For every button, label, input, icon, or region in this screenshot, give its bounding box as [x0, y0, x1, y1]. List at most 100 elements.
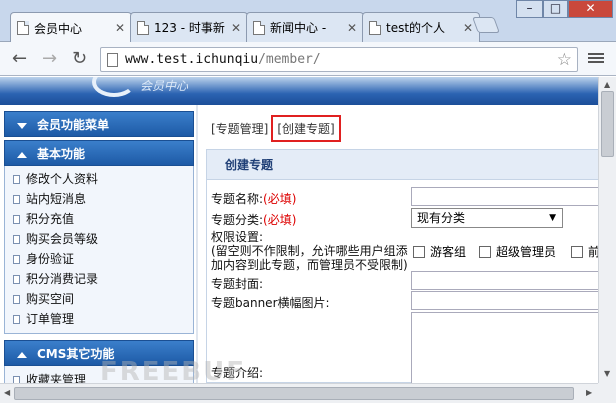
- checkbox-label: 游客组: [430, 245, 467, 259]
- sidebar-item-orders[interactable]: 订单管理: [5, 309, 193, 329]
- sidebar-item-messages[interactable]: 站内短消息: [5, 189, 193, 209]
- checkbox-icon: [571, 245, 583, 258]
- sidebar-item-buy-space[interactable]: 购买空间: [5, 289, 193, 309]
- select-value: 现有分类: [417, 211, 466, 225]
- window-controls: – □ ✕: [516, 0, 613, 18]
- address-bar[interactable]: www.test.ichunqiu/member/ ☆: [100, 47, 578, 72]
- maximize-button[interactable]: □: [543, 0, 568, 18]
- tab-news-center[interactable]: 新闻中心 - ✕: [246, 12, 364, 42]
- breadcrumb-topic-manage[interactable]: [专题管理]: [208, 118, 271, 139]
- label-text: 专题分类:: [211, 213, 264, 227]
- checkbox-icon: [479, 245, 491, 258]
- url-text[interactable]: www.test.ichunqiu/member/: [125, 52, 321, 67]
- scroll-right-icon[interactable]: ▶: [586, 388, 592, 397]
- scroll-left-icon[interactable]: ◀: [4, 388, 10, 397]
- scroll-up-icon[interactable]: ▲: [604, 80, 610, 89]
- sidebar-item-label: 身份验证: [26, 252, 75, 266]
- sidebar-basic-list: 修改个人资料 站内短消息 积分充值 购买会员等级 身份验证 积分消费记录 购买空…: [4, 166, 194, 334]
- close-tab-icon[interactable]: ✕: [231, 21, 241, 35]
- scroll-down-icon[interactable]: ▼: [604, 369, 610, 378]
- sidebar-item-buy-level[interactable]: 购买会员等级: [5, 229, 193, 249]
- checkbox-label: 前: [588, 245, 598, 259]
- sidebar-item-label: 订单管理: [26, 312, 75, 326]
- doc-icon: [13, 274, 20, 284]
- page-icon: [137, 20, 149, 35]
- checkbox-icon: [413, 245, 425, 258]
- sidebar-item-points-log[interactable]: 积分消费记录: [5, 269, 193, 289]
- page-icon: [107, 53, 118, 67]
- banner-logo-text: 会员中心: [140, 79, 189, 93]
- tab-test-personal[interactable]: test的个人 ✕: [362, 12, 480, 42]
- page-icon: [369, 20, 381, 35]
- perm-superadmin-checkbox[interactable]: 超级管理员: [479, 243, 556, 260]
- topic-category-label: 专题分类:(必填): [211, 211, 296, 228]
- create-topic-panel: 创建专题 专题名称:(必填) 专题分类:(必填) 现有分类 ▼ 权限设置: (留空…: [206, 149, 598, 383]
- breadcrumb-create-topic[interactable]: [创建专题]: [271, 115, 341, 142]
- triangle-up-icon: [17, 151, 27, 158]
- url-path: /member/: [258, 52, 321, 67]
- required-mark: (必填): [263, 192, 297, 206]
- doc-icon: [13, 294, 20, 304]
- scrollbar-corner: [598, 383, 616, 403]
- watermark: FREEBUF: [100, 357, 246, 383]
- topic-banner-label: 专题banner横幅图片:: [211, 296, 330, 310]
- tab-title: 会员中心: [34, 21, 83, 36]
- sidebar-basic-header[interactable]: 基本功能: [4, 140, 194, 166]
- breadcrumb: [专题管理] [创建专题]: [208, 115, 341, 142]
- doc-icon: [13, 254, 20, 264]
- url-host: www.test.ichunqiu: [125, 52, 259, 67]
- doc-icon: [13, 174, 20, 184]
- sidebar-item-edit-profile[interactable]: 修改个人资料: [5, 169, 193, 189]
- doc-icon: [13, 314, 20, 324]
- triangle-down-icon: [17, 122, 27, 129]
- sidebar-item-label: 积分充值: [26, 212, 75, 226]
- panel-title: 创建专题: [207, 150, 598, 180]
- sidebar-item-verify[interactable]: 身份验证: [5, 249, 193, 269]
- topic-banner-input[interactable]: [411, 291, 598, 310]
- forward-button[interactable]: →: [42, 50, 57, 68]
- sidebar-menu-header[interactable]: 会员功能菜单: [4, 111, 194, 137]
- close-tab-icon[interactable]: ✕: [347, 21, 357, 35]
- page-viewport: 会员中心 会员功能菜单 基本功能 修改个人资料 站内短消息 积分充值 购买会员等…: [0, 77, 598, 383]
- doc-icon: [13, 234, 20, 244]
- sidebar-basic-title: 基本功能: [37, 147, 86, 161]
- doc-icon: [13, 194, 20, 204]
- main-content: [专题管理] [创建专题] 创建专题 专题名称:(必填) 专题分类:(必填) 现…: [198, 105, 598, 383]
- browser-toolbar: ← → ↻ www.test.ichunqiu/member/ ☆: [0, 42, 616, 76]
- close-tab-icon[interactable]: ✕: [463, 21, 473, 35]
- doc-icon: [13, 375, 20, 383]
- label-text: 专题名称:: [211, 192, 264, 206]
- sidebar-item-recharge[interactable]: 积分充值: [5, 209, 193, 229]
- vertical-scroll-thumb[interactable]: [601, 91, 614, 157]
- logo-arc-icon: [92, 77, 136, 97]
- horizontal-scroll-thumb[interactable]: [14, 387, 574, 400]
- topic-cover-input[interactable]: [411, 271, 598, 290]
- tab-title: test的个人: [386, 21, 446, 35]
- topic-intro-textarea[interactable]: [411, 312, 598, 383]
- sidebar-item-label: 购买会员等级: [26, 232, 99, 246]
- close-window-button[interactable]: ✕: [568, 0, 613, 18]
- sidebar-item-label: 积分消费记录: [26, 272, 99, 286]
- bookmark-star-icon[interactable]: ☆: [557, 50, 572, 70]
- chevron-down-icon: ▼: [549, 213, 556, 223]
- checkbox-label: 超级管理员: [496, 245, 557, 259]
- perm-front-checkbox[interactable]: 前: [571, 243, 598, 260]
- permission-note: 加内容到此专题，而管理员不受限制): [211, 258, 408, 272]
- sidebar-item-label: 收藏夹管理: [26, 373, 87, 383]
- tab-member-center[interactable]: 会员中心 ✕: [10, 12, 132, 43]
- topic-category-select[interactable]: 现有分类 ▼: [411, 208, 563, 228]
- menu-icon[interactable]: [588, 51, 604, 67]
- horizontal-scrollbar[interactable]: ◀ ▶: [0, 383, 598, 403]
- back-button[interactable]: ←: [12, 50, 27, 68]
- new-tab-button[interactable]: [472, 17, 500, 33]
- sidebar-menu-title: 会员功能菜单: [37, 118, 110, 132]
- minimize-button[interactable]: –: [516, 0, 543, 18]
- permission-label: 权限设置: (留空则不作限制，允许哪些用户组添 加内容到此专题，而管理员不受限制…: [211, 230, 408, 272]
- tab-news-123[interactable]: 123 - 时事新 ✕: [130, 12, 248, 42]
- reload-button[interactable]: ↻: [72, 50, 87, 68]
- close-tab-icon[interactable]: ✕: [115, 21, 125, 35]
- topic-name-input[interactable]: [411, 187, 598, 206]
- vertical-scrollbar[interactable]: ▲ ▼: [598, 77, 616, 383]
- perm-guest-checkbox[interactable]: 游客组: [413, 243, 466, 260]
- site-banner: 会员中心: [0, 77, 598, 105]
